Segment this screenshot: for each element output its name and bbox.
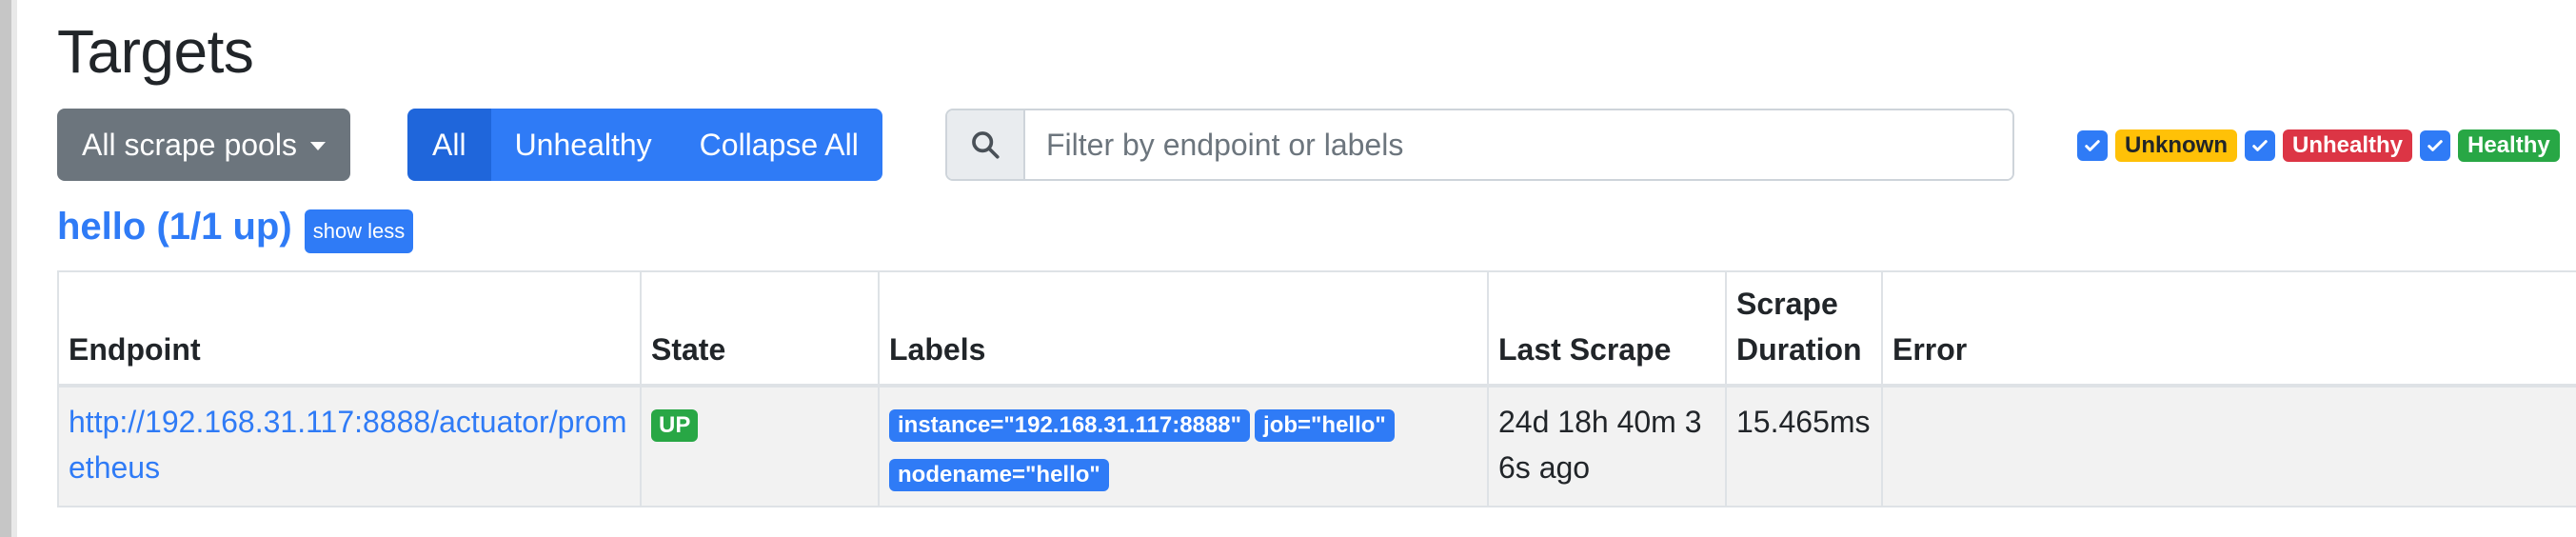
- table-row: http://192.168.31.117:8888/actuator/prom…: [57, 385, 2576, 507]
- unknown-filter-badge: Unknown: [2115, 129, 2237, 162]
- unhealthy-filter-badge: Unhealthy: [2283, 129, 2413, 162]
- healthy-filter-badge: Healthy: [2458, 129, 2560, 162]
- show-less-button[interactable]: show less: [305, 209, 413, 253]
- scrape-duration-cell: 15.465ms: [1725, 385, 1883, 507]
- endpoint-cell: http://192.168.31.117:8888/actuator/prom…: [57, 385, 642, 507]
- last-scrape-cell: 24d 18h 40m 36s ago: [1487, 385, 1727, 507]
- header-labels: Labels: [878, 270, 1489, 388]
- header-last-scrape: Last Scrape: [1487, 270, 1727, 388]
- unhealthy-button[interactable]: Unhealthy: [490, 109, 676, 181]
- header-error: Error: [1881, 270, 2576, 388]
- label-badge-instance: instance="192.168.31.117:8888": [889, 409, 1251, 442]
- search-icon: [947, 110, 1025, 179]
- header-state: State: [640, 270, 880, 388]
- label-badge-nodename: nodename="hello": [889, 459, 1109, 491]
- scrape-pools-dropdown[interactable]: All scrape pools: [57, 109, 350, 181]
- targets-table: Endpoint State Labels Last Scrape Scrape…: [57, 270, 2576, 507]
- check-icon: [2252, 140, 2268, 151]
- header-endpoint: Endpoint: [57, 270, 642, 388]
- unhealthy-checkbox[interactable]: [2245, 130, 2275, 161]
- pool-title-link[interactable]: hello (1/1 up): [57, 200, 292, 253]
- search-group: [945, 109, 2014, 181]
- healthy-checkbox[interactable]: [2420, 130, 2451, 161]
- unknown-checkbox[interactable]: [2077, 130, 2108, 161]
- collapse-all-button[interactable]: Collapse All: [675, 109, 882, 181]
- label-badge-job: job="hello": [1255, 409, 1395, 442]
- endpoint-link[interactable]: http://192.168.31.117:8888/actuator/prom…: [69, 405, 627, 485]
- error-cell: [1881, 385, 2576, 507]
- health-filters: Unknown Unhealthy Healthy: [2077, 129, 2567, 162]
- all-button[interactable]: All: [407, 109, 491, 181]
- table-header-row: Endpoint State Labels Last Scrape Scrape…: [57, 270, 2576, 388]
- window-edge-shadow: [11, 0, 17, 537]
- page-title: Targets: [57, 17, 254, 86]
- filter-button-group: All Unhealthy Collapse All: [407, 109, 882, 181]
- header-scrape-duration: Scrape Duration: [1725, 270, 1883, 388]
- caret-down-icon: [309, 141, 326, 150]
- check-icon: [2085, 140, 2100, 151]
- check-icon: [2427, 140, 2443, 151]
- window-edge: [0, 0, 11, 537]
- labels-cell: instance="192.168.31.117:8888" job="hello…: [878, 385, 1489, 507]
- scrape-pools-label: All scrape pools: [82, 127, 297, 162]
- state-badge: UP: [651, 409, 699, 442]
- state-cell: UP: [640, 385, 880, 507]
- search-input[interactable]: [1025, 110, 2012, 179]
